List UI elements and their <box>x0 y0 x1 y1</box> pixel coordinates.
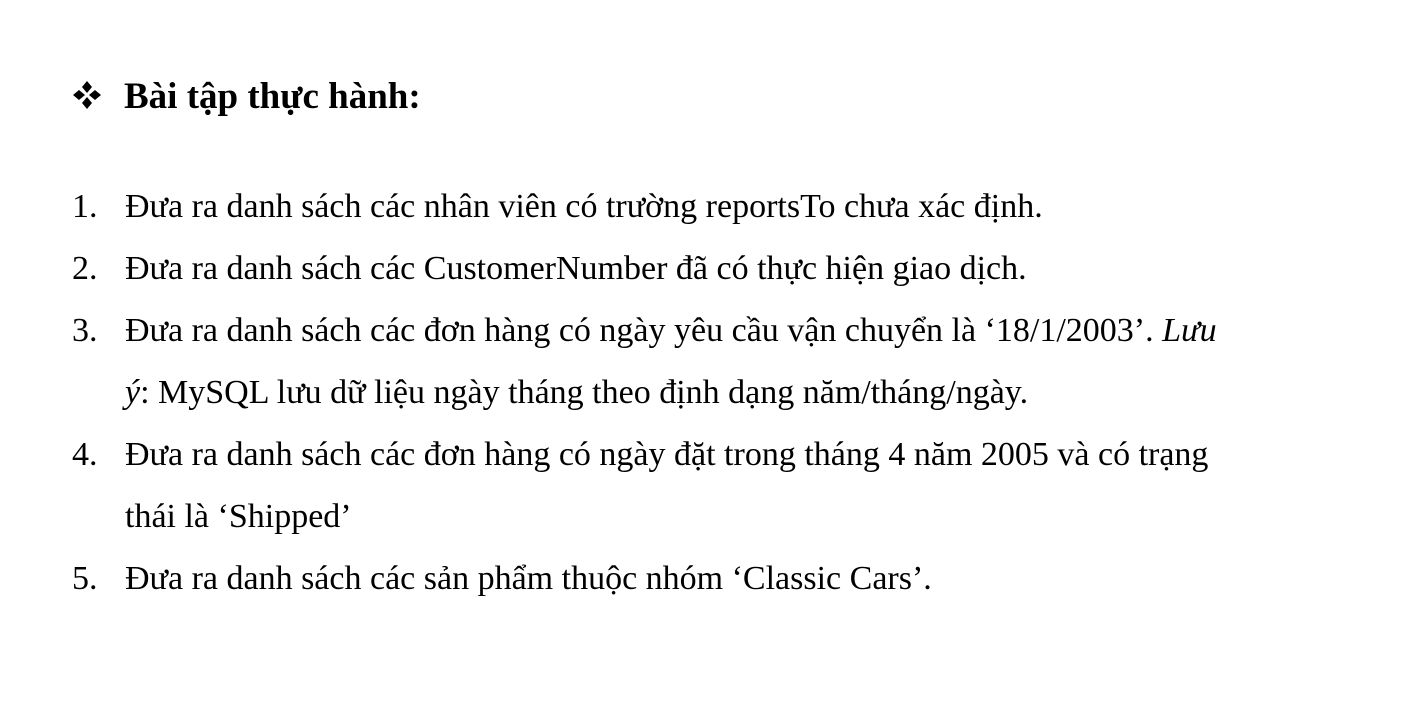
list-item: 1. Đưa ra danh sách các nhân viên có trư… <box>72 176 1372 238</box>
four-diamond-bullet-icon <box>73 81 101 109</box>
list-item: 2. Đưa ra danh sách các CustomerNumber đ… <box>72 238 1372 300</box>
list-item: 5. Đưa ra danh sách các sản phẩm thuộc n… <box>72 548 1372 610</box>
list-item: 3. Đưa ra danh sách các đơn hàng có ngày… <box>72 300 1372 424</box>
item-number: 1. <box>72 188 98 225</box>
item-number: 3. <box>72 312 98 349</box>
item-number: 2. <box>72 250 98 287</box>
section-heading: Bài tập thực hành: <box>72 72 421 122</box>
item-text: Đưa ra danh sách các sản phẩm thuộc nhóm… <box>125 560 932 597</box>
item-text-line2: ý: MySQL lưu dữ liệu ngày tháng theo địn… <box>125 362 1372 424</box>
note-label: Lưu <box>1162 312 1217 349</box>
item-text: Đưa ra danh sách các CustomerNumber đã c… <box>125 250 1027 287</box>
document-page: Bài tập thực hành: 1. Đưa ra danh sách c… <box>0 0 1412 718</box>
note-label: ý <box>125 374 141 411</box>
item-text: Đưa ra danh sách các nhân viên có trường… <box>125 188 1043 225</box>
item-number: 5. <box>72 560 98 597</box>
note-text: : MySQL lưu dữ liệu ngày tháng theo định… <box>140 374 1029 411</box>
item-text-line2: thái là ‘Shipped’ <box>125 498 352 535</box>
exercise-list: 1. Đưa ra danh sách các nhân viên có trư… <box>72 176 1372 610</box>
section-title: Bài tập thực hành: <box>124 76 421 117</box>
item-text-line1: Đưa ra danh sách các đơn hàng có ngày yê… <box>125 300 1372 362</box>
item-text-line1: Đưa ra danh sách các đơn hàng có ngày đặ… <box>125 436 1209 473</box>
list-item: 4. Đưa ra danh sách các đơn hàng có ngày… <box>72 424 1372 548</box>
item-number: 4. <box>72 436 98 473</box>
item-text: Đưa ra danh sách các đơn hàng có ngày yê… <box>125 312 1163 349</box>
